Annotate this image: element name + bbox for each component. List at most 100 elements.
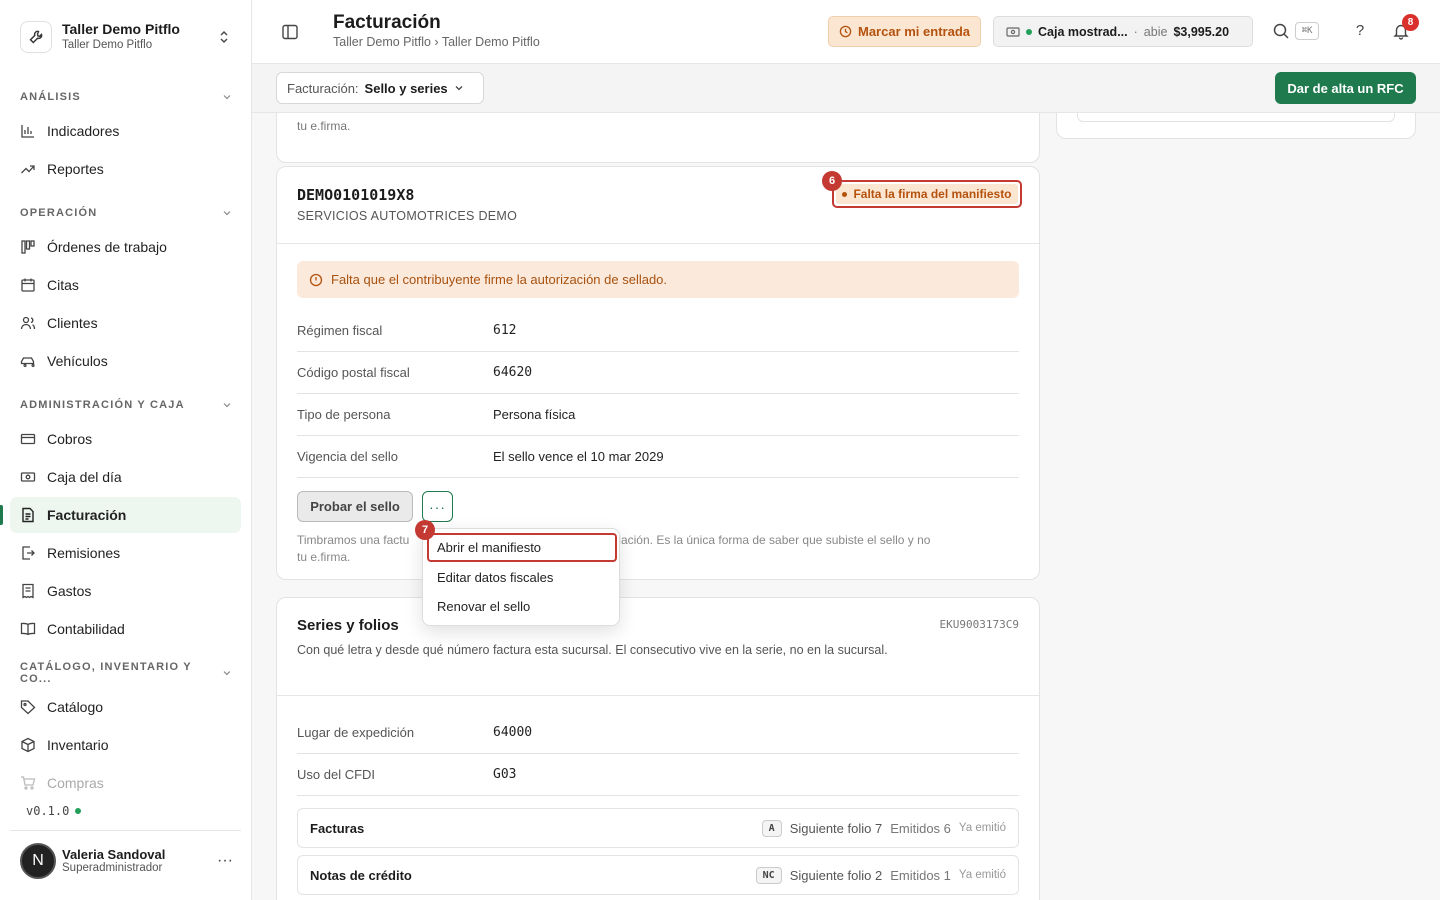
test-seal-button[interactable]: Probar el sello <box>297 491 413 522</box>
sidebar-item-caja[interactable]: Caja del día <box>10 459 241 495</box>
sidebar-item-contabilidad[interactable]: Contabilidad <box>10 611 241 647</box>
sidebar-toggle-icon[interactable] <box>280 22 300 42</box>
chevron-down-icon <box>223 671 231 676</box>
more-horizontal-icon[interactable]: ··· <box>215 852 235 870</box>
section-analisis[interactable]: ANÁLISIS <box>20 87 232 107</box>
version-label: v0.1.0 <box>26 804 82 818</box>
sidebar: Taller Demo Pitflo Taller Demo Pitflo AN… <box>0 0 252 900</box>
detail-row: Código postal fiscal 64620 <box>297 352 1019 394</box>
menu-item-edit-fiscal-data[interactable]: Editar datos fiscales <box>427 563 617 592</box>
series-title: Series y folios <box>297 617 399 634</box>
book-icon <box>20 622 36 636</box>
workspace-subtitle: Taller Demo Pitflo <box>62 39 153 51</box>
invoice-icon <box>22 507 34 523</box>
help-note: Timbramos una factu os su cancelación. Es… <box>297 533 931 564</box>
sidebar-item-compras[interactable]: Compras <box>10 765 241 801</box>
kanban-icon <box>21 240 35 254</box>
chevron-updown-icon <box>220 31 228 43</box>
sidebar-item-indicadores[interactable]: Indicadores <box>10 113 241 149</box>
sidebar-item-vehiculos[interactable]: Vehículos <box>10 343 241 379</box>
sidebar-item-citas[interactable]: Citas <box>10 267 241 303</box>
export-icon <box>22 546 35 560</box>
help-icon[interactable]: ? <box>1351 22 1369 40</box>
menu-item-renew-seal[interactable]: Renovar el sello <box>427 592 617 621</box>
main-content[interactable]: tu e.firma. DEMO0101019X8 SERVICIOS AUTO… <box>252 113 1440 900</box>
top-header: Facturación Taller Demo Pitflo › Taller … <box>252 0 1440 64</box>
rfc-card: DEMO0101019X8 SERVICIOS AUTOMOTRICES DEM… <box>276 166 1040 580</box>
detail-row: Vigencia del sello El sello vence el 10 m… <box>297 436 1019 478</box>
detail-row: Régimen fiscal 612 <box>297 310 1019 352</box>
sidebar-item-cobros[interactable]: Cobros <box>10 421 241 457</box>
series-row-facturas[interactable]: Facturas A Siguiente folio 7 Emitidos 6 … <box>297 808 1019 848</box>
cash-register-selector[interactable]: Caja mostrad... · abie $3,995.20 <box>993 16 1253 47</box>
series-card: Series y folios EKU9003173C9 Con qué let… <box>276 597 1040 900</box>
section-administracion[interactable]: ADMINISTRACIÓN Y CAJA <box>20 395 232 415</box>
user-role: Superadministrador <box>62 862 163 874</box>
tag-icon <box>20 700 36 715</box>
warning-alert: Falta que el contribuyente firme la auto… <box>297 261 1019 298</box>
more-actions-button[interactable]: ··· <box>422 491 453 522</box>
add-rfc-button[interactable]: Dar de alta un RFC <box>1275 72 1416 104</box>
wrench-icon <box>20 21 52 53</box>
previous-card-text: tu e.firma. <box>297 119 351 133</box>
rfc-id: DEMO0101019X8 <box>297 186 415 204</box>
register-status-dot <box>1026 28 1032 35</box>
user-name: Valeria Sandoval <box>62 847 166 862</box>
online-status-dot <box>75 808 82 814</box>
sidebar-item-gastos[interactable]: Gastos <box>10 573 241 609</box>
sidebar-item-ordenes[interactable]: Órdenes de trabajo <box>10 229 241 265</box>
cash-icon <box>1006 26 1020 37</box>
previous-card: tu e.firma. <box>276 113 1040 163</box>
series-rfc-code: EKU9003173C9 <box>939 618 1019 631</box>
divider <box>277 243 1039 244</box>
receipt-icon <box>22 583 34 599</box>
detail-row: Lugar de expedición 64000 <box>297 712 1019 754</box>
workspace-title: Taller Demo Pitflo <box>62 21 180 37</box>
chevron-down-icon <box>455 86 463 91</box>
search-icon[interactable] <box>1272 22 1290 40</box>
avatar: N <box>20 842 56 879</box>
cart-icon <box>21 776 36 790</box>
box-icon <box>21 737 35 753</box>
breadcrumb[interactable]: Taller Demo Pitflo › Taller Demo Pitflo <box>333 35 540 49</box>
page-title: Facturación <box>333 12 441 33</box>
user-menu[interactable]: N Valeria Sandoval Superadministrador ··… <box>10 830 241 890</box>
sub-toolbar: Facturación: Sello y series Dar de alta … <box>252 64 1440 113</box>
series-description: Con qué letra y desde qué número factura… <box>297 643 888 657</box>
side-card <box>1056 113 1416 139</box>
chevron-down-icon <box>223 211 231 216</box>
section-catalogo[interactable]: CATÁLOGO, INVENTARIO Y CO... <box>20 661 232 685</box>
sidebar-item-clientes[interactable]: Clientes <box>10 305 241 341</box>
series-row-notas[interactable]: Notas de crédito NC Siguiente folio 2 Em… <box>297 855 1019 895</box>
sidebar-item-reportes[interactable]: Reportes <box>10 151 241 187</box>
clock-icon <box>839 25 852 38</box>
divider <box>277 695 1039 696</box>
card-icon <box>20 433 36 445</box>
detail-row: Tipo de persona Persona física <box>297 394 1019 436</box>
sidebar-item-facturacion[interactable]: Facturación <box>0 497 241 533</box>
cash-icon <box>20 472 36 482</box>
rfc-company-name: SERVICIOS AUTOMOTRICES DEMO <box>297 209 518 223</box>
actions-dropdown-menu: Abrir el manifiesto Editar datos fiscale… <box>422 528 620 626</box>
mark-entry-button[interactable]: Marcar mi entrada <box>828 16 981 47</box>
search-shortcut: ⌘K <box>1295 22 1319 40</box>
sidebar-item-remisiones[interactable]: Remisiones <box>10 535 241 571</box>
notification-badge: 8 <box>1402 14 1419 31</box>
alert-circle-icon <box>309 273 323 286</box>
chevron-down-icon <box>223 403 231 408</box>
section-filter-select[interactable]: Facturación: Sello y series <box>276 72 484 104</box>
menu-item-open-manifest[interactable]: Abrir el manifiesto <box>427 533 617 562</box>
sidebar-item-catalogo[interactable]: Catálogo <box>10 689 241 725</box>
users-icon <box>20 316 36 330</box>
car-icon <box>20 357 35 368</box>
bar-chart-icon <box>21 125 34 138</box>
chevron-down-icon <box>223 95 231 100</box>
status-badge: Falta la firma del manifiesto <box>832 180 1022 208</box>
annotation-marker: 6 <box>822 171 842 191</box>
calendar-icon <box>21 278 35 292</box>
workspace-switcher[interactable]: Taller Demo Pitflo Taller Demo Pitflo <box>20 18 232 56</box>
annotation-marker: 7 <box>415 520 435 540</box>
trend-icon <box>21 165 35 174</box>
section-operacion[interactable]: OPERACIÓN <box>20 203 232 223</box>
sidebar-item-inventario[interactable]: Inventario <box>10 727 241 763</box>
